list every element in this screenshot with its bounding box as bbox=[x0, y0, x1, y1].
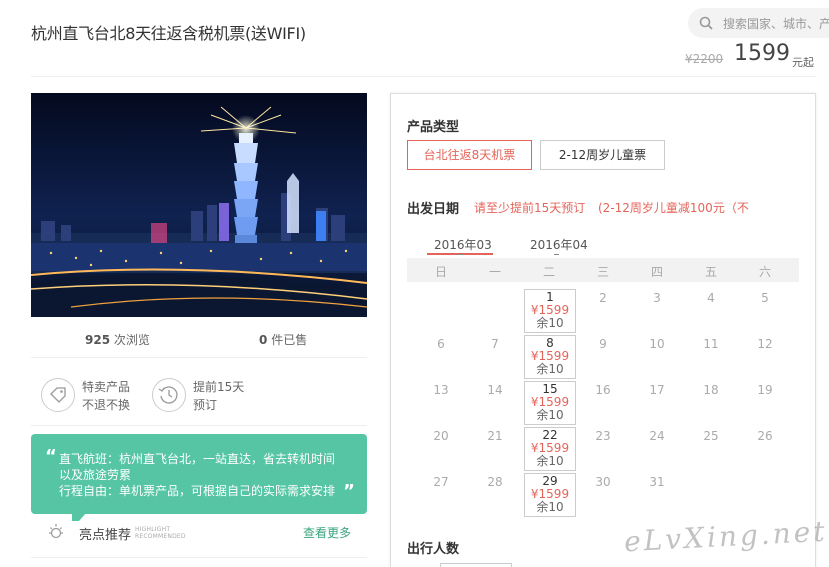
feature-special-offer: 特卖产品 不退不换 bbox=[82, 378, 130, 414]
tag-icon bbox=[41, 378, 75, 412]
month-tick bbox=[554, 254, 559, 255]
calendar-day: 9 bbox=[599, 337, 607, 351]
highlight-label-en: HIGHLIGHT RECOMMENDED bbox=[135, 526, 186, 540]
sold-count-label: 件已售 bbox=[271, 333, 308, 347]
highlight-line: 以及旅途劳累 bbox=[59, 468, 132, 482]
weekday-label: 一 bbox=[488, 265, 501, 279]
travelers-label: 出行人数 bbox=[407, 542, 460, 557]
departure-date-label: 出发日期 bbox=[407, 202, 460, 217]
calendar-day: 26 bbox=[757, 429, 773, 443]
month-tick bbox=[458, 254, 463, 255]
calendar-day: 3 bbox=[653, 291, 661, 305]
calendar-day: 31 bbox=[649, 475, 665, 489]
calendar-day: 12 bbox=[757, 337, 773, 351]
calendar-day-available[interactable]: 29 ¥1599 余10 bbox=[524, 473, 576, 517]
calendar-day: 2 bbox=[599, 291, 607, 305]
calendar-day-available[interactable]: 22 ¥1599 余10 bbox=[524, 427, 576, 471]
calendar-day: 6 bbox=[437, 337, 445, 351]
calendar-day: 14 bbox=[487, 383, 503, 397]
calendar-day: 24 bbox=[649, 429, 665, 443]
calendar-day-available[interactable]: 8 ¥1599 余10 bbox=[524, 335, 576, 379]
weekday-label: 四 bbox=[650, 265, 663, 279]
weekday-label: 二 bbox=[542, 265, 555, 279]
calendar-day: 18 bbox=[703, 383, 719, 397]
clock-icon bbox=[152, 378, 186, 412]
calendar-day: 4 bbox=[707, 291, 715, 305]
calendar-day-remaining: 余10 bbox=[536, 316, 564, 330]
calendar-day-remaining: 余10 bbox=[536, 362, 564, 376]
month-tab-march[interactable]: 2016年03 bbox=[434, 236, 492, 253]
quote-close-icon: ” bbox=[343, 481, 355, 502]
view-count-value: 925 bbox=[85, 333, 111, 347]
product-type-option-child[interactable]: 2-12周岁儿童票 bbox=[540, 140, 665, 170]
calendar-day: 28 bbox=[487, 475, 503, 489]
divider bbox=[31, 425, 367, 426]
calendar-day-remaining: 余10 bbox=[536, 454, 564, 468]
divider bbox=[31, 557, 367, 558]
calendar-day-remaining: 余10 bbox=[536, 500, 564, 514]
highlight-label-en-line: HIGHLIGHT bbox=[135, 526, 171, 533]
month-tab-april[interactable]: 2016年04 bbox=[530, 236, 588, 253]
search-input[interactable]: 搜索国家、城市、产 bbox=[688, 8, 829, 38]
divider bbox=[31, 76, 816, 77]
calendar-day-remaining: 余10 bbox=[536, 408, 564, 422]
calendar-day: 30 bbox=[595, 475, 611, 489]
calendar-day: 21 bbox=[487, 429, 503, 443]
calendar-day: 17 bbox=[649, 383, 665, 397]
highlight-line: 直飞航班：杭州直飞台北，一站直达，省去转机时间 bbox=[59, 452, 336, 466]
calendar-day-available[interactable]: 15 ¥1599 余10 bbox=[524, 381, 576, 425]
divider bbox=[31, 357, 367, 358]
speech-tail bbox=[72, 513, 86, 521]
feature-line: 特卖产品 bbox=[82, 380, 131, 394]
quantity-stepper[interactable] bbox=[440, 563, 512, 567]
quote-open-icon: “ bbox=[45, 446, 57, 467]
product-type-label: 产品类型 bbox=[407, 120, 460, 135]
view-count-label: 次浏览 bbox=[113, 333, 150, 347]
weekday-label: 五 bbox=[704, 265, 717, 279]
weekday-label: 日 bbox=[434, 265, 447, 279]
search-placeholder: 搜索国家、城市、产 bbox=[723, 17, 829, 31]
sun-icon bbox=[49, 524, 63, 539]
highlight-label: 亮点推荐 bbox=[79, 528, 132, 543]
product-type-option-adult[interactable]: 台北往返8天机票 bbox=[407, 140, 532, 170]
calendar-day: 23 bbox=[595, 429, 611, 443]
weekday-label: 三 bbox=[596, 265, 609, 279]
advance-notice: 请至少提前15天预订 bbox=[474, 201, 586, 215]
view-more-link[interactable]: 查看更多 bbox=[303, 524, 351, 541]
page-title: 杭州直飞台北8天往返含税机票(送WIFI) bbox=[31, 24, 306, 43]
feature-advance-booking: 提前15天 预订 bbox=[193, 378, 244, 414]
calendar-day: 27 bbox=[433, 475, 449, 489]
feature-line: 提前15天 bbox=[193, 380, 245, 394]
sold-count: 0 件已售 bbox=[259, 331, 307, 348]
view-count: 925 次浏览 bbox=[85, 331, 150, 348]
weekday-label: 六 bbox=[758, 265, 771, 279]
price-unit: 元起 bbox=[792, 56, 814, 69]
calendar-day: 19 bbox=[757, 383, 773, 397]
original-price: ¥2200 bbox=[685, 52, 724, 66]
search-icon bbox=[699, 16, 713, 30]
product-photo[interactable] bbox=[31, 93, 367, 317]
sold-count-value: 0 bbox=[259, 333, 268, 347]
calendar-day: 20 bbox=[433, 429, 449, 443]
calendar-day-available[interactable]: 1 ¥1599 余10 bbox=[524, 289, 576, 333]
highlight-box: “ 直飞航班：杭州直飞台北，一站直达，省去转机时间 以及旅途劳累 行程自由：单机… bbox=[31, 434, 367, 514]
calendar-day: 11 bbox=[703, 337, 719, 351]
calendar-day: 13 bbox=[433, 383, 449, 397]
taipei-night-skyline-image bbox=[31, 93, 367, 317]
child-discount-notice: (2-12周岁儿童减100元（不 bbox=[598, 201, 749, 215]
highlight-label-en-line: RECOMMENDED bbox=[135, 533, 186, 540]
calendar-day: 25 bbox=[703, 429, 719, 443]
current-price: 1599 bbox=[734, 41, 790, 66]
calendar-day: 5 bbox=[761, 291, 769, 305]
highlight-line: 行程自由：单机票产品，可根据自己的实际需求安排 bbox=[59, 484, 336, 498]
calendar-day: 7 bbox=[491, 337, 499, 351]
feature-line: 不退不换 bbox=[82, 398, 131, 412]
calendar-day: 16 bbox=[595, 383, 611, 397]
feature-line: 预订 bbox=[193, 398, 218, 412]
calendar-day: 10 bbox=[649, 337, 665, 351]
